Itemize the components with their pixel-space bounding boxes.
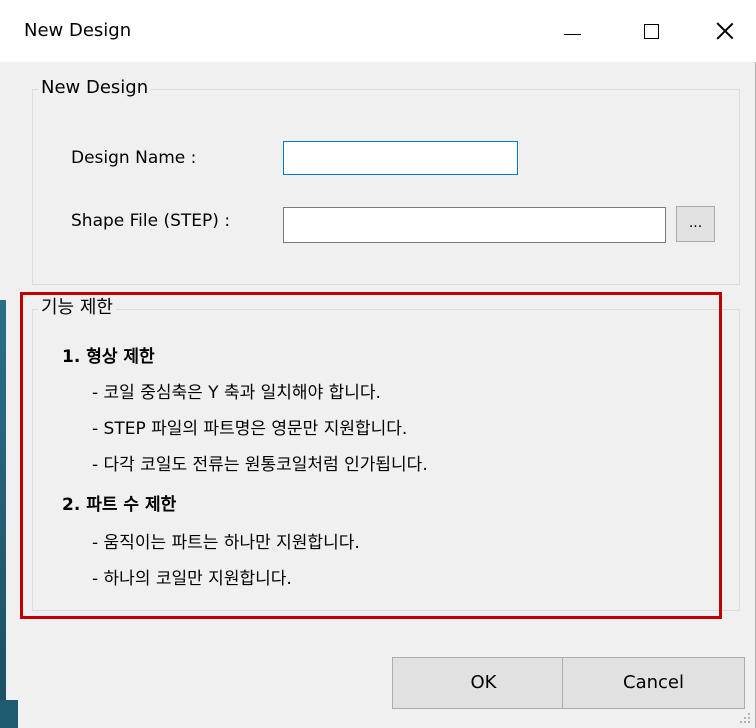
design-name-input[interactable]: [283, 141, 518, 175]
minimize-button[interactable]: [548, 8, 596, 54]
background-window-edge: [0, 300, 6, 728]
new-design-group-legend: New Design: [38, 78, 152, 98]
title-bar: New Design: [0, 0, 756, 62]
close-icon: [716, 22, 734, 40]
design-name-label: Design Name :: [71, 148, 197, 168]
shape-file-input[interactable]: [283, 207, 666, 243]
resize-grip-icon[interactable]: [737, 710, 751, 724]
cancel-button[interactable]: Cancel: [562, 657, 745, 709]
shape-file-label: Shape File (STEP) :: [71, 211, 231, 231]
maximize-icon: [643, 23, 659, 39]
highlight-annotation-box: [20, 292, 722, 619]
window-title: New Design: [24, 20, 132, 41]
new-design-dialog: New Design New Design Design Name : Shap…: [0, 0, 756, 728]
new-design-group: New Design: [32, 78, 740, 285]
minimize-icon: [563, 33, 581, 35]
ok-button[interactable]: OK: [392, 657, 575, 709]
browse-button[interactable]: ...: [676, 206, 715, 242]
background-window-corner: [0, 700, 18, 728]
close-button[interactable]: [701, 8, 749, 54]
maximize-button[interactable]: [627, 8, 675, 54]
